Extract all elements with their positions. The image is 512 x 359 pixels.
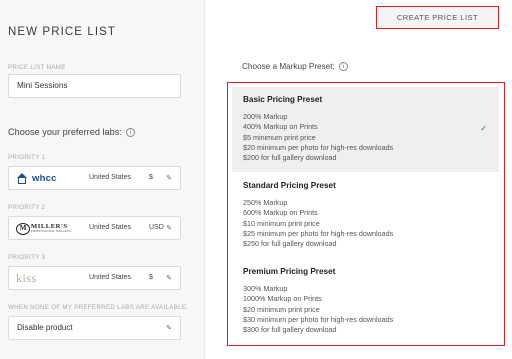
preset-line: $25 minimum per photo for high-res downl… (243, 228, 394, 238)
millers-logo-text: MILLER'S PROFESSIONAL IMAGING (31, 223, 71, 234)
preset-line: 600% Markup on Prints (243, 208, 318, 218)
millers-logo-sub: PROFESSIONAL IMAGING (31, 229, 71, 234)
none-available-label: WHEN NONE OF MY PREFERRED LABS ARE AVAIL… (8, 304, 189, 311)
preset-details: 200% Markup 400% Markup on Prints $5 min… (243, 112, 393, 163)
preset-title: Standard Pricing Preset (243, 181, 336, 190)
pencil-icon[interactable]: ✎ (166, 217, 172, 239)
kiss-logo-text: kiss (16, 271, 37, 285)
lab-currency: $ (149, 274, 153, 281)
lab-country: United States (89, 274, 132, 281)
millers-badge: M (16, 222, 30, 235)
preset-title: Basic Pricing Preset (243, 95, 323, 104)
price-list-name-label: PRICE LIST NAME (8, 64, 66, 71)
priority-1-lab-row[interactable]: whcc United States $ ✎ (8, 166, 181, 190)
preset-standard[interactable]: Standard Pricing Preset 250% Markup 600%… (232, 173, 499, 258)
lab-country: United States (89, 174, 132, 181)
preset-line: $250 for full gallery download (243, 239, 337, 249)
markup-presets-list: Basic Pricing Preset 200% Markup 400% Ma… (227, 82, 505, 346)
preset-line: $200 for full gallery download (243, 153, 337, 163)
checkmark-icon: ✓ (480, 124, 487, 133)
lab-currency: $ (149, 174, 153, 181)
whcc-logo: whcc (16, 171, 57, 186)
priority-3-label: PRIORITY 3 (8, 254, 46, 261)
preferred-labs-heading: Choose your preferred labs: i (8, 127, 135, 137)
price-list-name-input[interactable]: Mini Sessions (8, 74, 181, 98)
info-icon[interactable]: i (338, 62, 348, 71)
preset-line: $30 minimum per photo for high-res downl… (243, 314, 394, 324)
fallback-action-select[interactable]: Disable product ✎ (8, 316, 181, 340)
preset-details: 300% Markup 1000% Markup on Prints $20 m… (243, 284, 393, 335)
preset-line: $20 minimum print price (243, 304, 320, 314)
preset-premium[interactable]: Premium Pricing Preset 300% Markup 1000%… (232, 259, 499, 344)
kiss-logo: kiss (16, 271, 37, 286)
whcc-logo-text: whcc (32, 173, 57, 184)
preset-details: 250% Markup 600% Markup on Prints $10 mi… (243, 198, 393, 249)
preset-line: 250% Markup (243, 198, 288, 207)
priority-3-lab-row[interactable]: kiss United States $ ✎ (8, 266, 181, 290)
preset-line: 300% Markup (243, 284, 288, 293)
preset-line: $5 minimum print price (243, 132, 316, 142)
preset-title: Premium Pricing Preset (243, 267, 336, 276)
house-icon (16, 173, 28, 184)
pencil-icon[interactable]: ✎ (166, 317, 172, 339)
info-icon[interactable]: i (125, 128, 135, 137)
pencil-icon[interactable]: ✎ (166, 167, 172, 189)
page-title: NEW PRICE LIST (8, 26, 117, 38)
preset-line: $300 for full gallery download (243, 325, 337, 335)
fallback-action-value: Disable product (17, 323, 73, 332)
preferred-labs-heading-text: Choose your preferred labs: (8, 127, 122, 137)
priority-2-label: PRIORITY 2 (8, 204, 46, 211)
lab-currency: USD (149, 224, 164, 231)
preset-line: 400% Markup on Prints (243, 122, 318, 132)
preset-line: 1000% Markup on Prints (243, 294, 322, 304)
pencil-icon[interactable]: ✎ (166, 267, 172, 289)
lab-country: United States (89, 224, 132, 231)
left-panel: NEW PRICE LIST PRICE LIST NAME Mini Sess… (0, 0, 205, 359)
preset-line: $20 minimum per photo for high-res downl… (243, 142, 394, 152)
preset-line: 200% Markup (243, 112, 288, 121)
markup-preset-label: Choose a Markup Preset: i (242, 62, 348, 71)
millers-logo: M MILLER'S PROFESSIONAL IMAGING (16, 221, 71, 236)
priority-2-lab-row[interactable]: M MILLER'S PROFESSIONAL IMAGING United S… (8, 216, 181, 240)
preset-basic[interactable]: Basic Pricing Preset 200% Markup 400% Ma… (232, 87, 499, 172)
create-price-list-button[interactable]: CREATE PRICE LIST (376, 6, 499, 29)
priority-1-label: PRIORITY 1 (8, 154, 46, 161)
preset-line: $10 minimum print price (243, 218, 320, 228)
markup-preset-label-text: Choose a Markup Preset: (242, 62, 335, 71)
